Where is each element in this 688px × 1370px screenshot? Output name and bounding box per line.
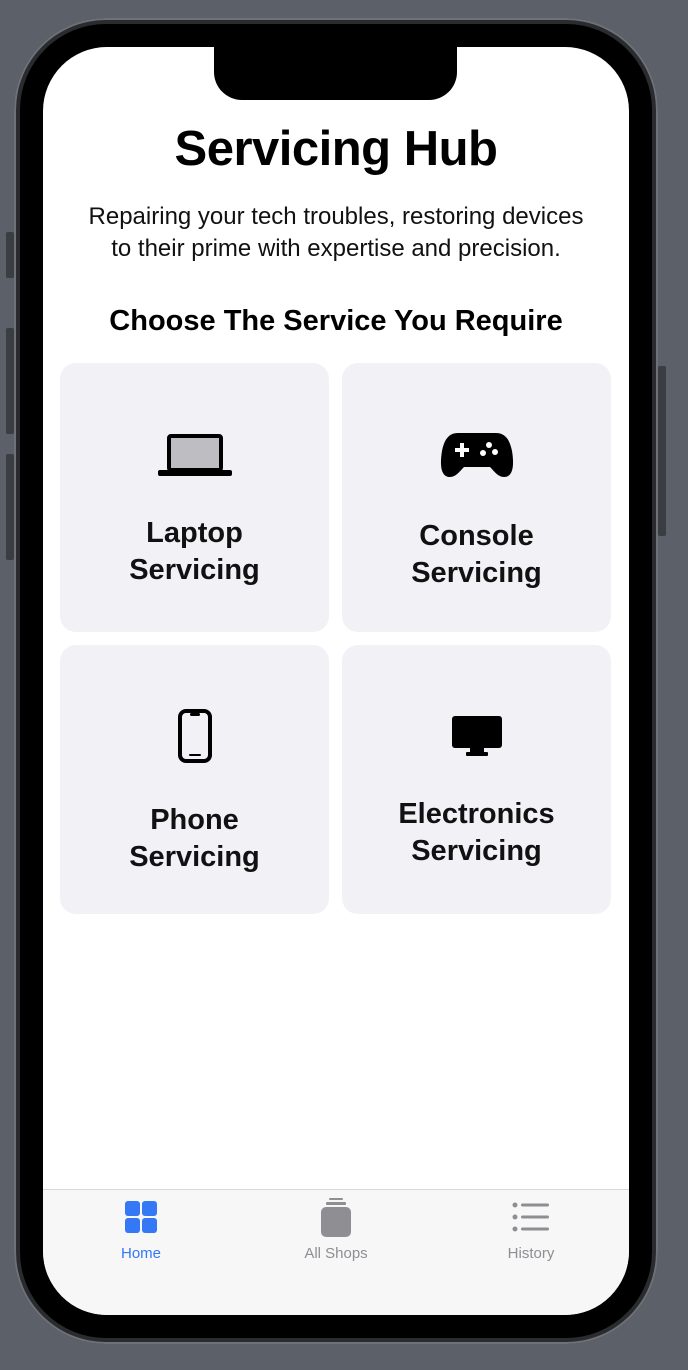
app-screen: Servicing Hub Repairing your tech troubl… — [43, 47, 629, 1315]
iphone-icon — [60, 709, 329, 763]
square-grid-icon — [43, 1200, 239, 1234]
gamecontroller-icon — [342, 431, 611, 479]
subtitle-line-2: to their prime with expertise and precis… — [111, 235, 561, 262]
action-button — [6, 232, 14, 278]
tab-history[interactable]: History — [433, 1190, 629, 1270]
power-button — [658, 366, 666, 536]
console-servicing-label: Console Servicing — [411, 520, 542, 589]
tab-home[interactable]: Home — [43, 1190, 239, 1270]
laptop-servicing-label: Laptop Servicing — [129, 517, 260, 586]
tab-home-label: Home — [120, 1245, 161, 1262]
volume-up-button — [6, 328, 14, 434]
page-title: Servicing Hub — [174, 122, 498, 176]
laptop-servicing-card[interactable]: Laptop Servicing — [60, 363, 329, 632]
section-heading: Choose The Service You Require — [109, 305, 563, 337]
subtitle-line-1: Repairing your tech troubles, restoring … — [88, 203, 584, 230]
tab-history-label: History — [507, 1245, 555, 1262]
shopping-bag-icon — [238, 1198, 434, 1238]
phone-servicing-label: Phone Servicing — [129, 804, 260, 873]
desktop-computer-icon — [342, 715, 611, 757]
tab-bar: Home All Shops History — [43, 1189, 629, 1315]
tab-all-shops[interactable]: All Shops — [238, 1190, 434, 1270]
notch — [214, 47, 457, 100]
page-subtitle: Repairing your tech troubles, restoring … — [61, 201, 611, 265]
phone-servicing-card[interactable]: Phone Servicing — [60, 645, 329, 914]
electronics-servicing-card[interactable]: Electronics Servicing — [342, 645, 611, 914]
volume-down-button — [6, 454, 14, 560]
electronics-servicing-label: Electronics Servicing — [398, 798, 555, 867]
list-bullet-icon — [433, 1202, 629, 1232]
laptop-icon — [60, 433, 329, 477]
tab-all-shops-label: All Shops — [304, 1245, 368, 1262]
console-servicing-card[interactable]: Console Servicing — [342, 363, 611, 632]
